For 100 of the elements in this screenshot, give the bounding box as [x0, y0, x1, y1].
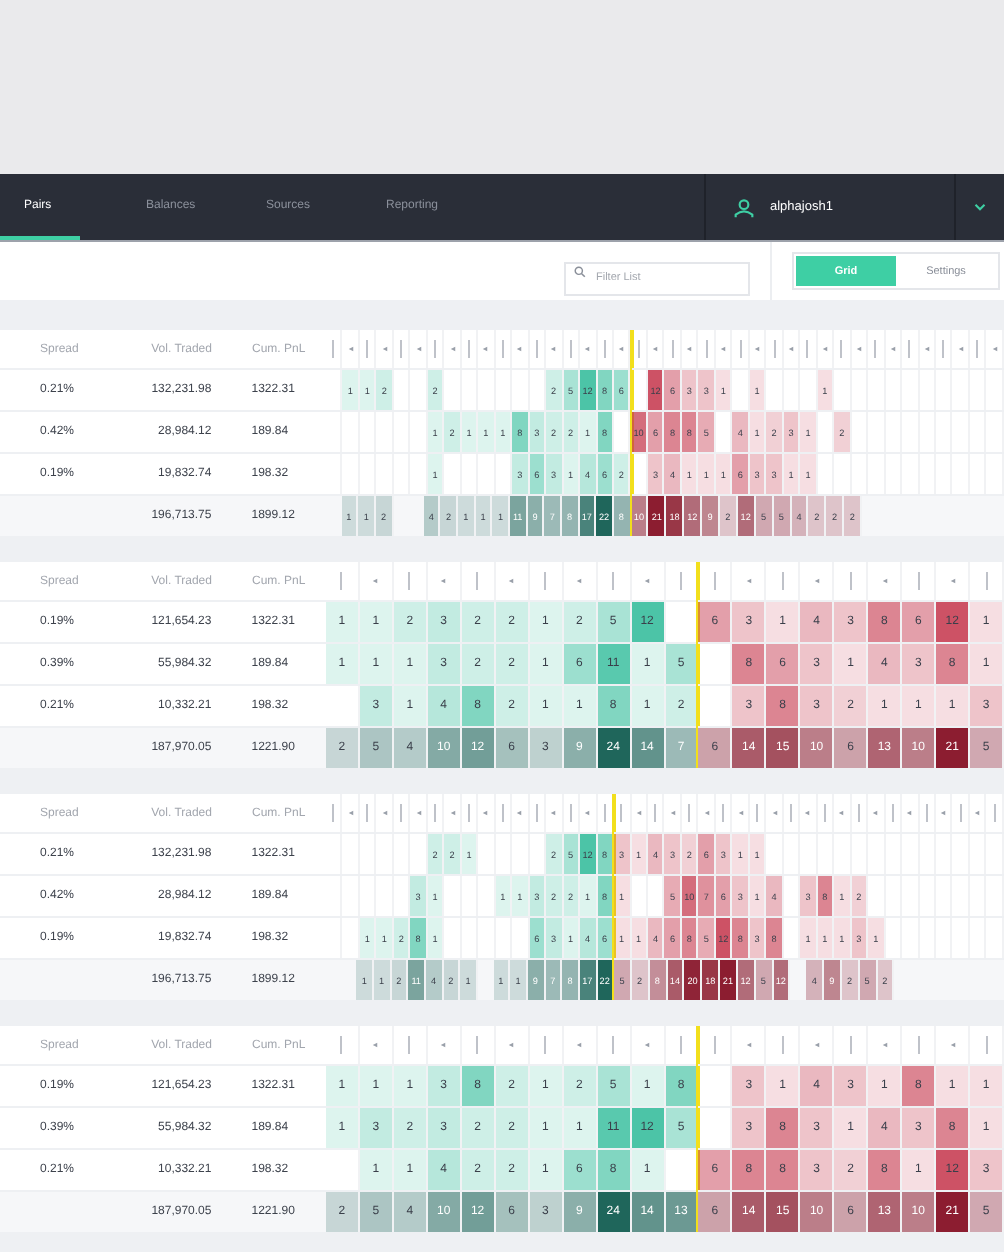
caret-icon [821, 346, 828, 352]
column-tick-icon [983, 572, 990, 590]
caret-icon [635, 810, 642, 816]
caret-icon [720, 346, 727, 352]
column-tick-icon [779, 1036, 786, 1054]
caret-icon [508, 1042, 515, 1048]
caret-icon [652, 346, 659, 352]
column-tick-icon [406, 1036, 413, 1054]
search-icon [574, 265, 586, 277]
column-tick-icon [915, 1036, 922, 1054]
column-tick-icon [652, 804, 659, 822]
caret-icon [381, 810, 388, 816]
column-tick-icon [533, 804, 540, 822]
caret-icon [949, 1042, 956, 1048]
caret-icon [449, 810, 456, 816]
column-tick-icon [703, 340, 710, 358]
column-tick-icon [974, 340, 981, 358]
caret-icon [745, 578, 752, 584]
caret-icon [644, 578, 651, 584]
caret-icon [804, 810, 811, 816]
column-tick-icon [499, 804, 506, 822]
caret-icon [618, 346, 625, 352]
caret-icon [813, 1042, 820, 1048]
column-tick-icon [957, 804, 964, 822]
caret-icon [754, 346, 761, 352]
chevron-down-icon[interactable] [974, 202, 986, 212]
column-tick-icon [499, 340, 506, 358]
user-icon [734, 197, 754, 217]
column-tick-icon [398, 340, 405, 358]
caret-icon [881, 578, 888, 584]
caret-icon [516, 346, 523, 352]
caret-icon [440, 1042, 447, 1048]
caret-icon [576, 1042, 583, 1048]
column-tick-icon [940, 340, 947, 358]
column-tick-icon [618, 804, 625, 822]
caret-icon [584, 346, 591, 352]
column-tick-icon [542, 1036, 549, 1054]
column-tick-icon [474, 1036, 481, 1054]
caret-icon [686, 346, 693, 352]
caret-icon [440, 578, 447, 584]
column-tick-icon [601, 804, 608, 822]
column-tick-icon [432, 340, 439, 358]
column-tick-icon [847, 572, 854, 590]
caret-icon [347, 810, 354, 816]
column-tick-icon [601, 340, 608, 358]
column-tick-icon [872, 340, 879, 358]
column-tick-icon [610, 1036, 617, 1054]
caret-icon [940, 810, 947, 816]
caret-icon [372, 578, 379, 584]
column-tick-icon [754, 804, 761, 822]
caret-icon [881, 1042, 888, 1048]
caret-icon [347, 346, 354, 352]
caret-icon [550, 810, 557, 816]
column-tick-icon [720, 804, 727, 822]
caret-icon [644, 1042, 651, 1048]
caret-icon [415, 810, 422, 816]
caret-icon [872, 810, 879, 816]
column-tick-icon [983, 1036, 990, 1054]
column-tick-icon [711, 572, 718, 590]
caret-icon [855, 346, 862, 352]
column-tick-icon [635, 340, 642, 358]
caret-icon [482, 810, 489, 816]
caret-icon [745, 1042, 752, 1048]
column-tick-icon [991, 804, 998, 822]
column-tick-icon [804, 340, 811, 358]
caret-icon [550, 346, 557, 352]
column-tick-icon [686, 804, 693, 822]
column-tick-icon [474, 572, 481, 590]
caret-icon [669, 810, 676, 816]
caret-icon [508, 578, 515, 584]
caret-icon [788, 346, 794, 352]
caret-icon [703, 810, 710, 816]
column-tick-icon [923, 804, 930, 822]
caret-icon [415, 346, 422, 352]
caret-icon [974, 810, 981, 816]
caret-icon [576, 578, 583, 584]
column-tick-icon [567, 340, 574, 358]
column-tick-icon [821, 804, 828, 822]
caret-icon [771, 810, 778, 816]
caret-icon [991, 346, 998, 352]
column-tick-icon [889, 804, 896, 822]
caret-icon [372, 1042, 379, 1048]
column-tick-icon [855, 804, 862, 822]
column-tick-icon [847, 1036, 854, 1054]
column-tick-icon [678, 1036, 684, 1054]
caret-icon [957, 346, 964, 352]
caret-icon [584, 810, 591, 816]
column-tick-icon [533, 340, 540, 358]
caret-icon [813, 578, 820, 584]
column-tick-icon [542, 572, 549, 590]
caret-icon [516, 810, 523, 816]
column-tick-icon [737, 340, 744, 358]
column-tick-icon [906, 340, 913, 358]
column-tick-icon [330, 804, 337, 822]
column-tick-icon [465, 804, 472, 822]
caret-icon [949, 578, 956, 584]
column-tick-icon [406, 572, 413, 590]
column-tick-icon [330, 340, 337, 358]
column-tick-icon [465, 340, 472, 358]
column-tick-icon [838, 340, 845, 358]
